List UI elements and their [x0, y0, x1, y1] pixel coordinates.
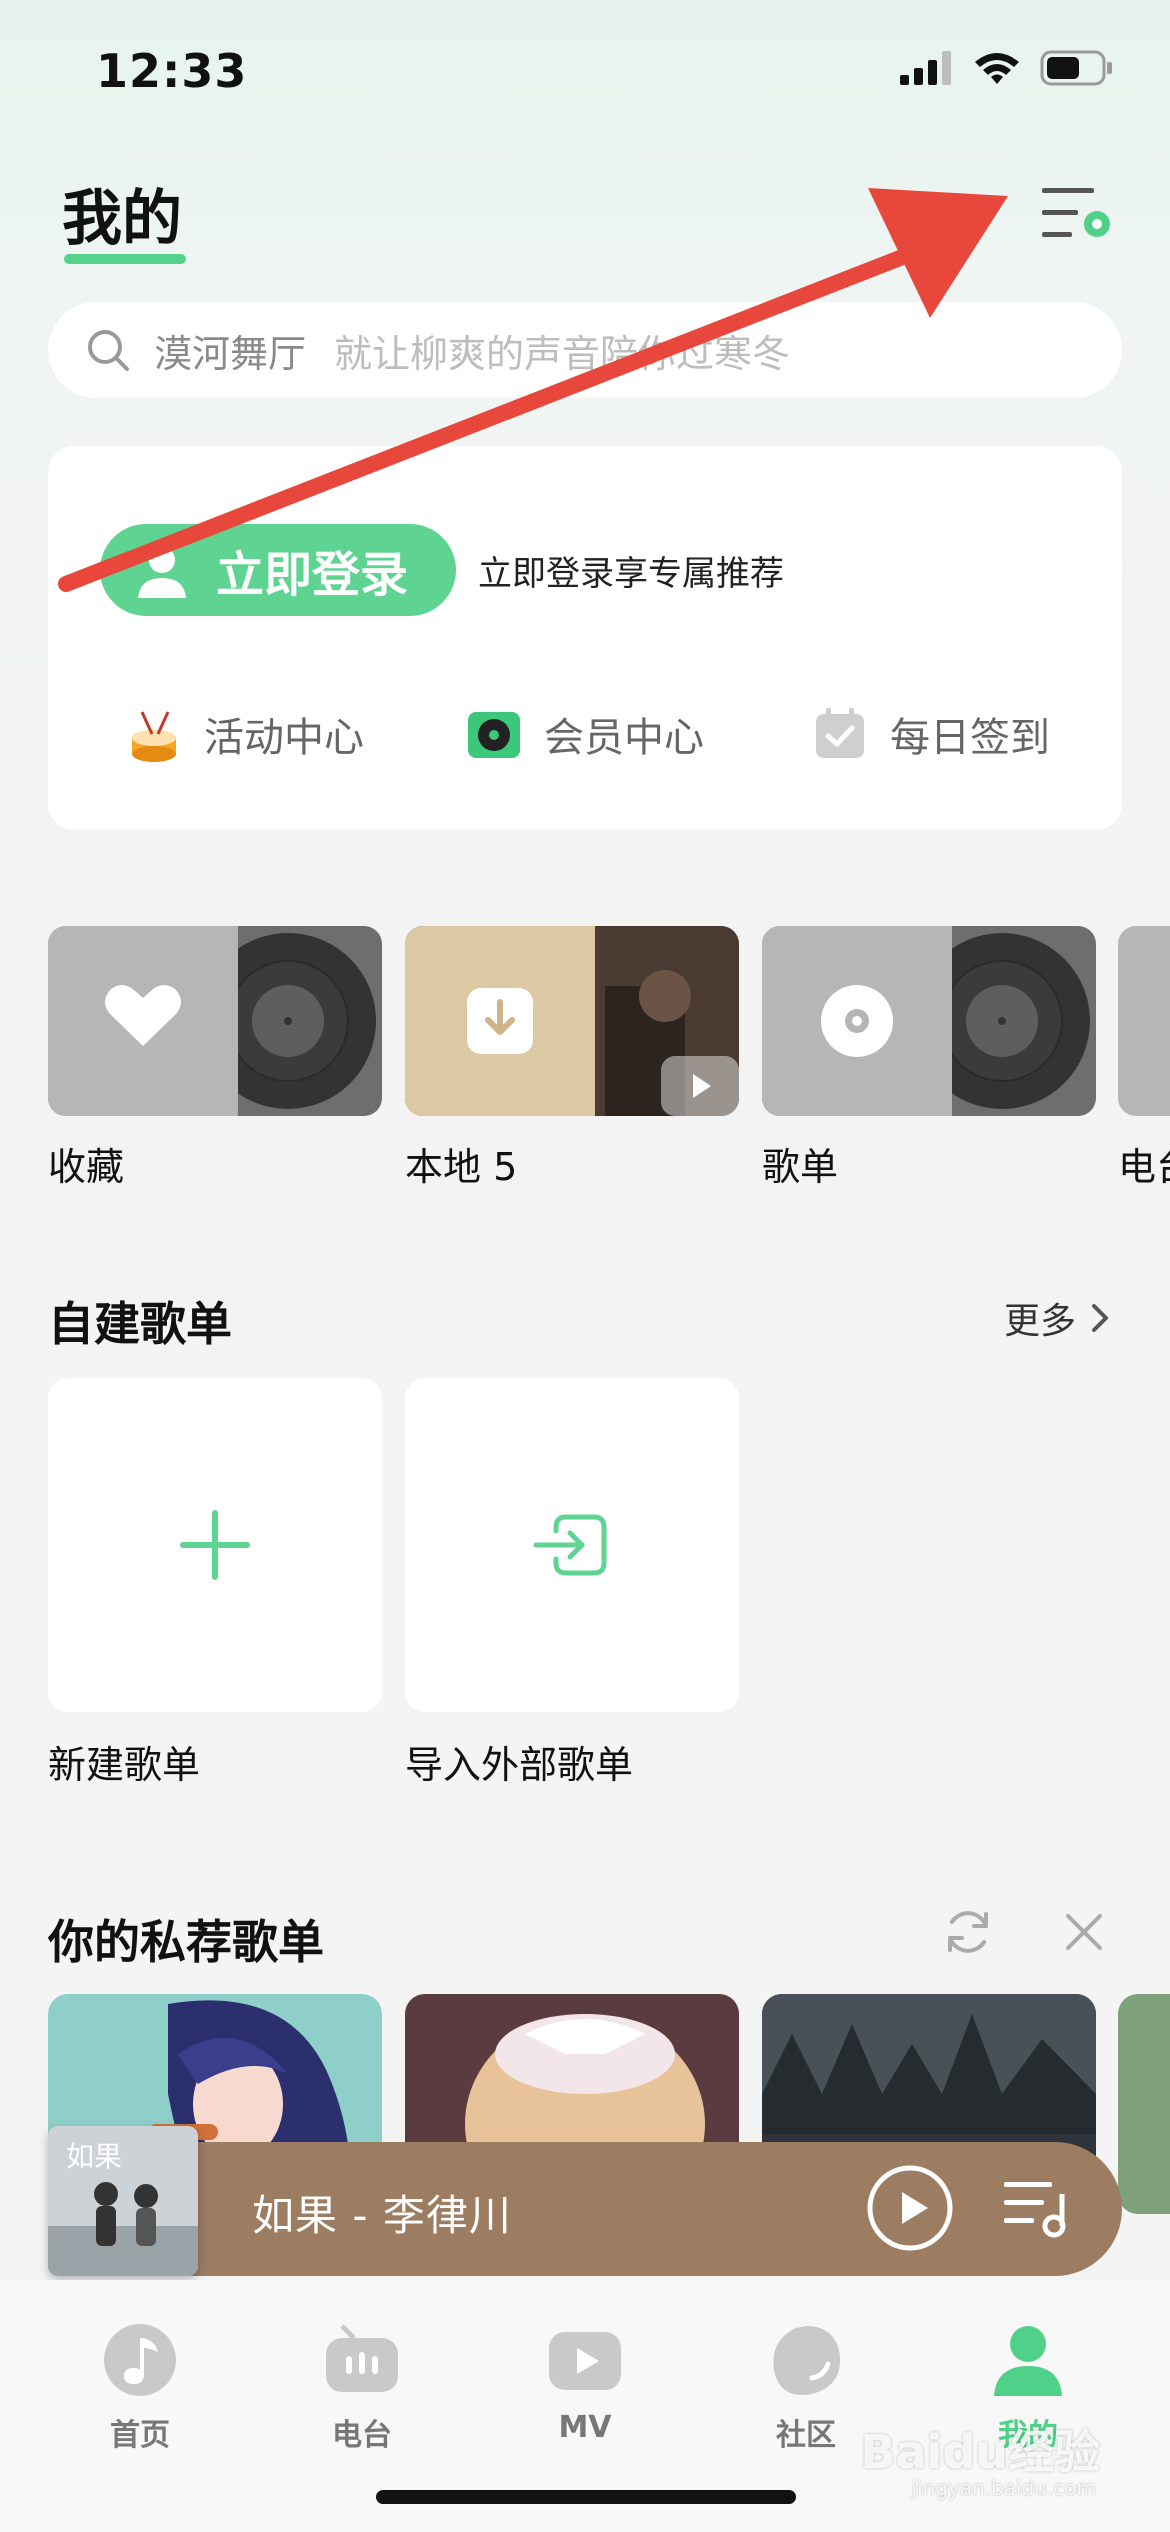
now-playing-song: 如果 - 李律川 — [252, 2191, 512, 2240]
drum-icon — [132, 711, 176, 762]
search-icon — [88, 330, 129, 371]
tab-home-label: 首页 — [110, 2418, 170, 2453]
login-button-label: 立即登录 — [216, 547, 409, 603]
menu-settings-icon — [1042, 188, 1110, 237]
daily-checkin-label: 每日签到 — [890, 715, 1050, 761]
community-icon — [773, 2326, 841, 2395]
watermark-url: jingyan.baidu.com — [911, 2476, 1096, 2500]
playlist-tile[interactable] — [762, 926, 1096, 1116]
search-bar[interactable]: 漠河舞厅 就让柳爽的声音陪你过寒冬 — [48, 302, 1122, 398]
calendar-check-icon — [816, 708, 864, 758]
page-title: 我的 — [62, 184, 182, 254]
cover-text: 如果 — [66, 2140, 122, 2173]
activity-center-label: 活动中心 — [204, 715, 364, 761]
music-note-icon — [104, 2324, 176, 2396]
tab-mv-label: MV — [558, 2410, 612, 2445]
recommend-card[interactable] — [1118, 1994, 1170, 2214]
favorites-label: 收藏 — [48, 1145, 125, 1189]
wifi-icon — [975, 53, 1019, 84]
member-center-entry[interactable]: 会员中心 — [464, 704, 704, 764]
menu-settings-button[interactable] — [1034, 180, 1114, 250]
import-icon — [533, 1514, 607, 1576]
now-playing-cover[interactable]: 如果 — [48, 2126, 198, 2276]
turntable-icon — [468, 712, 520, 758]
tab-radio[interactable]: 电台 — [282, 2320, 442, 2454]
play-button[interactable] — [866, 2164, 954, 2252]
more-link[interactable]: 更多 — [1004, 1292, 1110, 1344]
refresh-icon[interactable] — [940, 1904, 996, 1960]
vinyl-record-graphic — [762, 926, 1090, 1116]
radio-icon — [326, 2324, 398, 2392]
import-playlist-label: 导入外部歌单 — [405, 1743, 634, 1787]
local-music-label: 本地 5 — [405, 1145, 518, 1189]
watermark: Baidu经验 — [860, 2425, 1100, 2479]
title-underline — [64, 254, 186, 264]
battery-icon — [1040, 50, 1112, 86]
login-hint: 立即登录享专属推荐 — [478, 554, 784, 594]
self-playlists-title: 自建歌单 — [48, 1297, 232, 1351]
plus-icon — [180, 1510, 250, 1580]
tab-mv[interactable]: MV — [505, 2320, 665, 2445]
favorites-tile[interactable] — [48, 926, 382, 1116]
tab-home[interactable]: 首页 — [60, 2320, 220, 2454]
login-card: 立即登录 立即登录享专属推荐 活动中心 会员中心 每日签到 — [48, 446, 1122, 830]
search-hint: 就让柳爽的声音陪你过寒冬 — [334, 331, 791, 376]
daily-checkin-entry[interactable]: 每日签到 — [810, 704, 1050, 764]
play-box-icon — [549, 2332, 621, 2390]
member-center-label: 会员中心 — [544, 715, 704, 761]
cellular-signal-icon — [900, 51, 951, 85]
close-icon[interactable] — [1060, 1908, 1108, 1956]
avatar-icon — [138, 547, 186, 598]
login-button[interactable]: 立即登录 — [100, 524, 456, 616]
more-label: 更多 — [1003, 1301, 1076, 1342]
new-playlist-label: 新建歌单 — [48, 1743, 201, 1787]
playlist-label: 歌单 — [762, 1145, 839, 1189]
vinyl-record-graphic — [48, 926, 376, 1116]
radio-label: 电台 — [1118, 1145, 1170, 1189]
home-indicator — [376, 2490, 796, 2504]
chevron-right-icon — [1092, 1304, 1108, 1332]
tab-community-label: 社区 — [776, 2418, 836, 2453]
activity-center-entry[interactable]: 活动中心 — [124, 704, 364, 764]
status-time: 12:33 — [96, 44, 248, 98]
user-icon — [994, 2326, 1062, 2396]
play-icon — [902, 2192, 928, 2224]
album-art-graphic — [405, 926, 739, 1116]
import-playlist-card[interactable] — [405, 1378, 739, 1712]
radio-tile[interactable] — [1118, 926, 1170, 1116]
search-keyword: 漠河舞厅 — [154, 331, 307, 376]
local-music-tile[interactable] — [405, 926, 739, 1116]
now-playing-bar[interactable] — [48, 2142, 1122, 2276]
tab-radio-label: 电台 — [332, 2418, 392, 2453]
recommend-title: 你的私荐歌单 — [48, 1915, 324, 1969]
status-icons — [900, 50, 1114, 86]
new-playlist-card[interactable] — [48, 1378, 382, 1712]
playlist-button[interactable] — [1000, 2174, 1072, 2242]
